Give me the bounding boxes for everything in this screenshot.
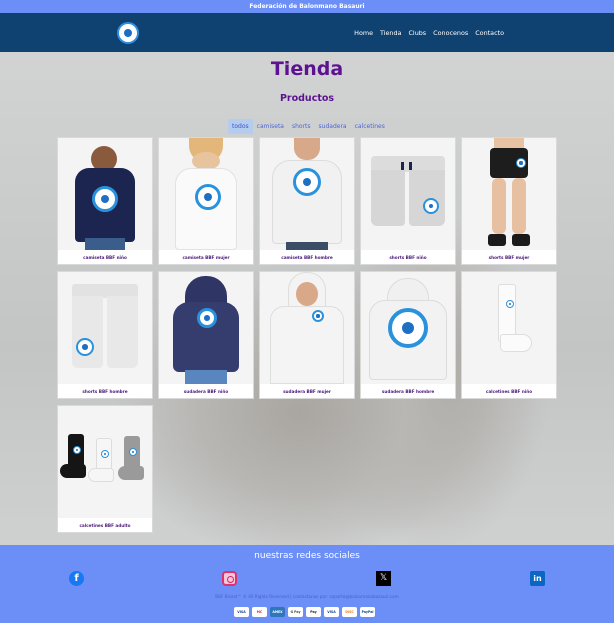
product-card[interactable]: sudadera BBF hombre <box>360 271 456 399</box>
bbf-logo-icon[interactable] <box>117 22 139 44</box>
paypal-icon: PayPal <box>360 607 375 617</box>
filter-camiseta[interactable]: camiseta <box>253 119 288 134</box>
product-card[interactable]: sudadera BBF niño <box>158 271 254 399</box>
product-image <box>58 272 152 384</box>
filter-shorts[interactable]: shorts <box>288 119 315 134</box>
product-card[interactable]: camiseta BBF mujer <box>158 137 254 265</box>
product-name: shorts BBF hombre <box>82 389 128 394</box>
product-name: calcetines BBF adulto <box>79 523 131 528</box>
facebook-icon[interactable]: f <box>69 571 84 586</box>
product-name: sudadera BBF hombre <box>381 389 435 394</box>
nav-link-conocenos[interactable]: Conocenos <box>433 29 468 37</box>
social-heading: nuestras redes sociales <box>254 551 360 561</box>
product-card[interactable]: calcetines BBF niño <box>461 271 557 399</box>
product-name: shorts BBF mujer <box>488 255 530 260</box>
payment-methods: VISA MC AMEX G Pay Pay VISA DISC PayPal <box>234 607 375 617</box>
product-card[interactable]: shorts BBF hombre <box>57 271 153 399</box>
x-icon[interactable]: 𝕏 <box>376 571 391 586</box>
products-heading: Productos <box>279 93 335 104</box>
product-card[interactable]: shorts BBF niño <box>360 137 456 265</box>
amex-icon: AMEX <box>270 607 285 617</box>
product-image <box>361 272 455 384</box>
nav-link-tienda[interactable]: Tienda <box>380 29 401 37</box>
nav-links: Home Tienda Clubs Conocenos Contacto <box>354 13 504 52</box>
mastercard-icon: MC <box>252 607 267 617</box>
main-navbar: Home Tienda Clubs Conocenos Contacto <box>0 13 614 52</box>
product-name: camiseta BBF niño <box>83 255 127 260</box>
linkedin-icon[interactable]: in <box>530 571 545 586</box>
product-name: sudadera BBF mujer <box>283 389 331 394</box>
product-image <box>159 272 253 384</box>
footer-credit: BBF Brand™ © All Rights Reserved | conta… <box>215 594 399 599</box>
product-card[interactable]: calcetines BBF adulto <box>57 405 153 533</box>
product-name: calcetines BBF niño <box>485 389 533 394</box>
visa-icon-2: VISA <box>324 607 339 617</box>
shop-section: Tienda Productos todos camiseta shorts s… <box>0 52 614 545</box>
product-name: shorts BBF niño <box>389 255 427 260</box>
filter-sudadera[interactable]: sudadera <box>315 119 351 134</box>
instagram-icon[interactable] <box>222 571 237 586</box>
product-image <box>159 138 253 250</box>
product-image <box>462 272 556 384</box>
filter-todos[interactable]: todos <box>228 119 253 134</box>
federation-name: Federación de Balonmano Basauri <box>249 3 365 10</box>
nav-link-clubs[interactable]: Clubs <box>408 29 426 37</box>
category-filters: todos camiseta shorts sudadera calcetine… <box>228 119 389 134</box>
top-announcement-bar: Federación de Balonmano Basauri <box>0 0 614 13</box>
product-image <box>260 272 354 384</box>
product-image <box>361 138 455 250</box>
product-name: camiseta BBF mujer <box>182 255 230 260</box>
product-name: camiseta BBF hombre <box>281 255 333 260</box>
product-image <box>58 406 152 518</box>
google-pay-icon: G Pay <box>288 607 303 617</box>
apple-pay-icon: Pay <box>306 607 321 617</box>
product-card[interactable]: camiseta BBF niño <box>57 137 153 265</box>
page-title: Tienda <box>270 58 344 80</box>
product-image <box>58 138 152 250</box>
nav-link-contacto[interactable]: Contacto <box>475 29 504 37</box>
product-name: sudadera BBF niño <box>183 389 229 394</box>
product-card[interactable]: sudadera BBF mujer <box>259 271 355 399</box>
product-card[interactable]: shorts BBF mujer <box>461 137 557 265</box>
site-footer: nuestras redes sociales f 𝕏 in BBF Brand… <box>0 545 614 623</box>
product-card[interactable]: camiseta BBF hombre <box>259 137 355 265</box>
filter-calcetines[interactable]: calcetines <box>351 119 389 134</box>
discover-icon: DISC <box>342 607 357 617</box>
product-image <box>462 138 556 250</box>
visa-icon: VISA <box>234 607 249 617</box>
nav-link-home[interactable]: Home <box>354 29 373 37</box>
product-image <box>260 138 354 250</box>
